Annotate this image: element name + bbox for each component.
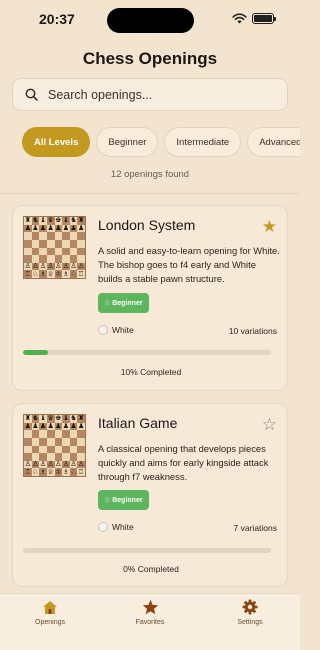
variations-count: 10 variations <box>228 326 277 336</box>
color-indicator: White <box>98 325 134 335</box>
tab-favorites[interactable]: Favorites <box>100 594 200 650</box>
star-icon <box>142 599 158 615</box>
favorite-star-icon[interactable]: ★ <box>262 218 277 235</box>
status-time: 20:37 <box>39 11 75 27</box>
opening-name: Italian Game <box>98 415 178 431</box>
chess-board-thumbnail: ♜ ♞ ♝ ♛ ♚ ♝ ♞ ♜ ♟ ♟ ♟ ♟ ♟ ♟ ♟ ♟ ♙ ♙ ♙ ♙ ♙ ♙ ♙ ♙ ♖ ♘ ♗ ♕ ♔ ♗ ♘ ♖ <box>23 414 86 477</box>
page-title: Chess Openings <box>82 49 218 68</box>
progress-label: 10% Completed <box>120 367 182 377</box>
progress-bar <box>23 548 271 553</box>
opening-card[interactable]: ♜ ♞ ♝ ♛ ♚ ♝ ♞ ♜ ♟ ♟ ♟ ♟ ♟ ♟ ♟ ♟ ♙ ♙ ♙ ♙ ♙ ♙ ♙ ♙ ♖ ♘ ♗ ♕ ♔ ♗ ♘ ♖ London … <box>12 205 288 391</box>
tab-label: Openings <box>35 619 65 626</box>
color-label: White <box>112 325 134 335</box>
opening-name: London System <box>98 217 196 233</box>
level-filter-bar: All Levels Beginner Intermediate Advance… <box>22 127 300 157</box>
opening-card[interactable]: ♜ ♞ ♝ ♛ ♚ ♝ ♞ ♜ ♟ ♟ ♟ ♟ ♟ ♟ ♟ ♟ ♙ ♙ ♙ ♙ ♙ ♙ ♙ ♙ ♖ ♘ ♗ ♕ ♔ ♗ ♘ ♖ Italian… <box>12 403 288 587</box>
dynamic-island <box>107 8 194 33</box>
filter-beginner[interactable]: Beginner <box>96 127 159 157</box>
tab-openings[interactable]: Openings <box>0 594 100 650</box>
battery-icon <box>252 13 276 24</box>
divider <box>0 193 300 194</box>
opening-description: A classical opening that develops pieces… <box>98 443 269 482</box>
variations-count: 7 variations <box>233 523 277 533</box>
status-icons <box>232 13 276 24</box>
search-icon <box>25 88 38 101</box>
search-bar[interactable] <box>12 78 288 111</box>
results-count: 12 openings found <box>110 169 190 180</box>
search-input[interactable] <box>48 87 268 102</box>
level-badge: ☆ Beginner <box>98 293 149 313</box>
status-bar: 20:37 <box>0 0 300 40</box>
filter-all-levels[interactable]: All Levels <box>22 127 91 157</box>
progress-label: 0% Completed <box>123 564 179 574</box>
white-piece-icon <box>98 325 108 335</box>
opening-description: A solid and easy-to-learn opening for Wh… <box>98 245 280 284</box>
gear-icon <box>242 599 258 615</box>
wifi-icon <box>232 13 247 24</box>
white-piece-icon <box>98 522 108 532</box>
color-label: White <box>112 522 134 532</box>
color-indicator: White <box>98 522 134 532</box>
tab-label: Settings <box>237 619 263 626</box>
level-badge: ☆ Beginner <box>98 490 149 510</box>
progress-bar <box>23 350 271 355</box>
favorite-star-outline-icon[interactable]: ☆ <box>262 416 277 433</box>
tab-label: Favorites <box>135 619 165 626</box>
tab-bar: Openings Favorites Settings <box>0 593 300 650</box>
home-icon <box>43 600 57 614</box>
filter-intermediate[interactable]: Intermediate <box>164 127 242 157</box>
tab-settings[interactable]: Settings <box>200 594 300 650</box>
progress-fill <box>23 350 48 355</box>
filter-advanced[interactable]: Advanced <box>247 127 300 157</box>
chess-board-thumbnail: ♜ ♞ ♝ ♛ ♚ ♝ ♞ ♜ ♟ ♟ ♟ ♟ ♟ ♟ ♟ ♟ ♙ ♙ ♙ ♙ ♙ ♙ ♙ ♙ ♖ ♘ ♗ ♕ ♔ ♗ ♘ ♖ <box>23 216 86 279</box>
